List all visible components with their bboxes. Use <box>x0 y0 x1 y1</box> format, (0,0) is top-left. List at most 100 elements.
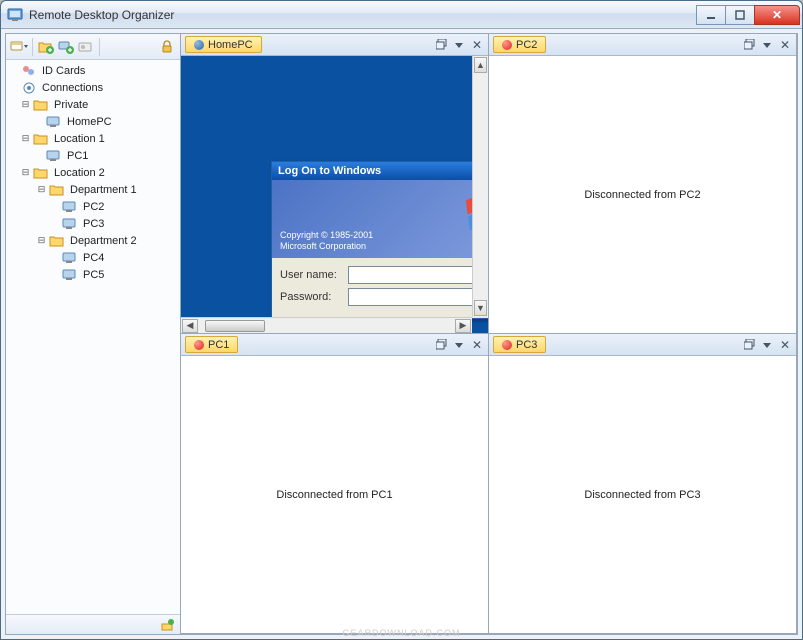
toolbar-separator <box>32 38 33 56</box>
new-pc-button[interactable] <box>57 38 75 56</box>
tree-item-pc2[interactable]: PC2 <box>6 198 180 215</box>
logon-form: User name: Password: <box>272 258 488 318</box>
maximize-button[interactable] <box>725 5 755 25</box>
window-title: Remote Desktop Organizer <box>29 8 697 22</box>
tree-folder-dept2[interactable]: ⊟ Department 2 <box>6 232 180 249</box>
pane-restore-button[interactable] <box>742 338 756 352</box>
pane-close-button[interactable]: ✕ <box>778 338 792 352</box>
scroll-left-button[interactable]: ◀ <box>182 319 198 333</box>
pane-title: PC1 <box>208 339 229 351</box>
tree-item-pc3[interactable]: PC3 <box>6 215 180 232</box>
app-window: Remote Desktop Organizer ✕ <box>0 0 803 640</box>
pane-homepc: HomePC ✕ Log On to Windows <box>180 33 489 334</box>
pane-restore-button[interactable] <box>434 338 448 352</box>
pane-title-tab[interactable]: HomePC <box>185 36 262 53</box>
status-icon <box>160 618 174 632</box>
pane-pc2: PC2 ✕ Disconnected from PC2 <box>488 33 797 334</box>
tree-label: Location 2 <box>52 167 107 179</box>
collapse-icon[interactable]: ⊟ <box>20 167 31 178</box>
pane-header[interactable]: PC2 ✕ <box>489 34 796 56</box>
collapse-icon[interactable]: ⊟ <box>36 184 47 195</box>
pc-icon <box>62 199 78 215</box>
pane-body: Disconnected from PC3 <box>489 356 796 633</box>
collapse-icon[interactable]: ⊟ <box>36 235 47 246</box>
pane-dropdown-button[interactable] <box>760 338 774 352</box>
titlebar[interactable]: Remote Desktop Organizer ✕ <box>1 1 802 29</box>
new-connection-dropdown[interactable] <box>10 38 28 56</box>
pane-dropdown-button[interactable] <box>760 38 774 52</box>
tree-label: PC1 <box>65 150 90 162</box>
logon-banner: Copyright © 1985-2001 Microsoft Corporat… <box>272 180 488 258</box>
connection-tree[interactable]: ID Cards Connections ⊟ Private HomePC <box>6 60 180 614</box>
folder-icon <box>49 182 65 198</box>
pane-close-button[interactable]: ✕ <box>470 338 484 352</box>
scroll-up-button[interactable]: ▲ <box>474 57 487 73</box>
disconnected-message: Disconnected from PC1 <box>276 489 392 501</box>
scroll-right-button[interactable]: ▶ <box>455 319 471 333</box>
vertical-scrollbar[interactable]: ▲ ▼ <box>472 56 488 317</box>
username-input[interactable] <box>348 266 488 284</box>
new-idcard-button[interactable] <box>77 38 95 56</box>
tree-label: PC5 <box>81 269 106 281</box>
tree-item-homepc[interactable]: HomePC <box>6 113 180 130</box>
tree-label: Department 2 <box>68 235 139 247</box>
idcards-icon <box>21 63 37 79</box>
folder-icon <box>49 233 65 249</box>
pane-header[interactable]: PC3 ✕ <box>489 334 796 356</box>
tree-label: PC4 <box>81 252 106 264</box>
scroll-down-button[interactable]: ▼ <box>474 300 487 316</box>
password-input[interactable] <box>348 288 488 306</box>
tree-label: Private <box>52 99 90 111</box>
new-folder-button[interactable] <box>37 38 55 56</box>
horizontal-scrollbar[interactable]: ◀ ▶ <box>181 317 472 333</box>
pane-title-tab[interactable]: PC1 <box>185 336 238 353</box>
pane-title: HomePC <box>208 39 253 51</box>
pane-restore-button[interactable] <box>434 38 448 52</box>
username-label: User name: <box>280 269 348 281</box>
tree-folder-location2[interactable]: ⊟ Location 2 <box>6 164 180 181</box>
copyright-line2: Microsoft Corporation <box>280 241 373 252</box>
tree-item-pc4[interactable]: PC4 <box>6 249 180 266</box>
password-label: Password: <box>280 291 348 303</box>
tree-folder-dept1[interactable]: ⊟ Department 1 <box>6 181 180 198</box>
tree-item-pc1[interactable]: PC1 <box>6 147 180 164</box>
folder-icon <box>33 131 49 147</box>
collapse-icon[interactable]: ⊟ <box>20 133 31 144</box>
pane-close-button[interactable]: ✕ <box>778 38 792 52</box>
pane-header[interactable]: PC1 ✕ <box>181 334 488 356</box>
tree-label: Connections <box>40 82 105 94</box>
tree-label: HomePC <box>65 116 114 128</box>
pane-title-tab[interactable]: PC3 <box>493 336 546 353</box>
pane-dropdown-button[interactable] <box>452 38 466 52</box>
disconnected-message: Disconnected from PC3 <box>584 489 700 501</box>
pane-header[interactable]: HomePC ✕ <box>181 34 488 56</box>
window-buttons: ✕ <box>697 5 800 25</box>
tree-folder-location1[interactable]: ⊟ Location 1 <box>6 130 180 147</box>
status-indicator-icon <box>502 40 512 50</box>
pane-title: PC2 <box>516 39 537 51</box>
minimize-button[interactable] <box>696 5 726 25</box>
expander-icon <box>8 65 19 76</box>
pane-restore-button[interactable] <box>742 38 756 52</box>
sidebar-statusbar <box>6 614 180 634</box>
pane-title-tab[interactable]: PC2 <box>493 36 546 53</box>
copyright-line1: Copyright © 1985-2001 <box>280 230 373 241</box>
rdp-viewport[interactable]: Log On to Windows Copyright © 1985-2001 … <box>181 56 488 333</box>
scroll-thumb[interactable] <box>205 320 265 332</box>
status-indicator-icon <box>194 40 204 50</box>
logon-dialog: Log On to Windows Copyright © 1985-2001 … <box>271 161 488 319</box>
pc-icon <box>62 250 78 266</box>
expander-icon <box>8 82 19 93</box>
lock-button[interactable] <box>158 38 176 56</box>
session-panes: HomePC ✕ Log On to Windows <box>181 34 797 634</box>
folder-icon <box>33 97 49 113</box>
tree-root-idcards[interactable]: ID Cards <box>6 62 180 79</box>
pane-dropdown-button[interactable] <box>452 338 466 352</box>
tree-folder-private[interactable]: ⊟ Private <box>6 96 180 113</box>
close-button[interactable]: ✕ <box>754 5 800 25</box>
toolbar-separator <box>99 38 100 56</box>
tree-root-connections[interactable]: Connections <box>6 79 180 96</box>
pane-close-button[interactable]: ✕ <box>470 38 484 52</box>
collapse-icon[interactable]: ⊟ <box>20 99 31 110</box>
tree-item-pc5[interactable]: PC5 <box>6 266 180 283</box>
